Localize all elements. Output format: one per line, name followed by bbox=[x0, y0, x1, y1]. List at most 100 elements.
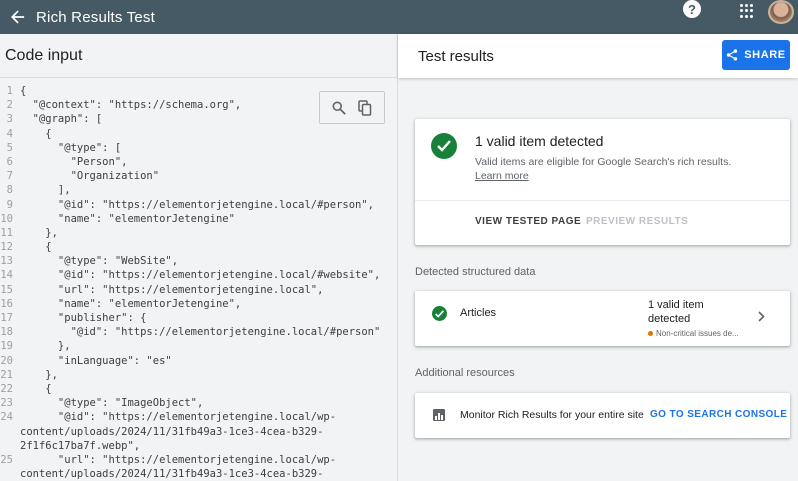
code-text: content/uploads/2024/11/31fb49a3-1ce3-4c… bbox=[20, 425, 324, 438]
view-tested-page-button[interactable]: VIEW TESTED PAGE bbox=[475, 216, 581, 227]
articles-warning: Non-critical issues de... bbox=[648, 329, 739, 338]
summary-subtext: Valid items are eligible for Google Sear… bbox=[475, 156, 732, 168]
code-line: 9 "@id": "https://elementorjetengine.loc… bbox=[0, 198, 397, 212]
code-line: 18 "@id": "https://elementorjetengine.lo… bbox=[0, 325, 397, 339]
top-app-bar: Rich Results Test ? bbox=[0, 0, 798, 34]
code-line: content/uploads/2024/11/31fb49a3-1ce3-4c… bbox=[0, 425, 397, 439]
bar-chart-icon bbox=[433, 409, 445, 421]
code-line: 16 "name": "elementorJetengine", bbox=[0, 297, 397, 311]
valid-check-icon bbox=[431, 133, 457, 159]
line-number: 23 bbox=[0, 397, 13, 410]
line-number: 4 bbox=[6, 127, 13, 140]
code-input-title: Code input bbox=[0, 34, 397, 78]
code-line: 15 "url": "https://elementorjetengine.lo… bbox=[0, 283, 397, 297]
code-line: 10 "name": "elementorJetengine" bbox=[0, 212, 397, 226]
code-tools bbox=[319, 91, 385, 124]
code-line: 17 "publisher": { bbox=[0, 311, 397, 325]
code-line: 7 "Organization" bbox=[0, 169, 397, 183]
articles-status: 1 valid item detected bbox=[648, 299, 704, 325]
code-editor[interactable]: 1 {2 "@context": "https://schema.org", 3 "… bbox=[0, 84, 397, 481]
code-text: { bbox=[20, 241, 52, 254]
code-text: "url": "https://elementorjetengine.local… bbox=[20, 453, 337, 466]
articles-warning-text: Non-critical issues de... bbox=[656, 329, 739, 338]
additional-resources-label: Additional resources bbox=[415, 367, 515, 379]
code-text: "name": "elementorJetengine", bbox=[20, 297, 242, 310]
monitor-text: Monitor Rich Results for your entire sit… bbox=[460, 409, 644, 421]
summary-headline: 1 valid item detected bbox=[475, 133, 604, 149]
code-text: }, bbox=[20, 226, 58, 239]
back-arrow-icon[interactable] bbox=[4, 6, 32, 28]
line-number: 12 bbox=[0, 241, 13, 254]
code-text: { bbox=[20, 127, 52, 140]
code-line: 19 }, bbox=[0, 339, 397, 353]
code-line: 20 "inLanguage": "es" bbox=[0, 354, 397, 368]
line-number: 18 bbox=[0, 326, 13, 339]
summary-card: 1 valid item detected Valid items are el… bbox=[415, 119, 790, 245]
line-number: 22 bbox=[0, 382, 13, 395]
code-line: 4 { bbox=[0, 127, 397, 141]
line-number: 24 bbox=[0, 411, 13, 424]
code-line: 14 "@id": "https://elementorjetengine.lo… bbox=[0, 268, 397, 282]
code-text: "Person", bbox=[20, 155, 128, 168]
line-number: 20 bbox=[0, 354, 13, 367]
line-number: 19 bbox=[0, 340, 13, 353]
line-number: 8 bbox=[6, 184, 13, 197]
help-icon[interactable]: ? bbox=[683, 0, 701, 18]
code-text: "Organization" bbox=[20, 170, 160, 183]
preview-results-button[interactable]: PREVIEW RESULTS bbox=[586, 216, 688, 227]
results-title: Test results bbox=[418, 47, 494, 65]
articles-row[interactable]: Articles 1 valid item detected Non-criti… bbox=[415, 291, 790, 346]
line-number: 10 bbox=[0, 212, 13, 225]
code-line: 5 "@type": [ bbox=[0, 141, 397, 155]
code-text: "@graph": [ bbox=[20, 113, 103, 126]
copy-icon[interactable] bbox=[354, 97, 376, 119]
line-number: 11 bbox=[0, 226, 13, 239]
code-text: 2f1f6c17ba7f.webp", bbox=[20, 439, 141, 452]
line-number: 17 bbox=[0, 312, 13, 324]
line-number: 14 bbox=[0, 269, 13, 282]
articles-label: Articles bbox=[460, 307, 497, 319]
line-number bbox=[0, 425, 20, 439]
code-text: ], bbox=[20, 184, 71, 197]
code-text: "@id": "https://elementorjetengine.local… bbox=[20, 326, 381, 339]
line-number bbox=[0, 439, 20, 453]
chevron-right-icon bbox=[758, 309, 765, 327]
share-button[interactable]: SHARE bbox=[722, 40, 790, 70]
avatar[interactable] bbox=[768, 0, 794, 24]
code-line: 13 "@type": "WebSite", bbox=[0, 254, 397, 268]
monitor-card: Monitor Rich Results for your entire sit… bbox=[415, 393, 790, 438]
line-number: 16 bbox=[0, 297, 13, 310]
code-text: "@id": "https://elementorjetengine.local… bbox=[20, 411, 337, 424]
apps-grid-icon[interactable] bbox=[740, 4, 754, 18]
line-number: 13 bbox=[0, 255, 13, 268]
test-results-panel: Test results SHARE 1 valid item detected… bbox=[397, 34, 798, 481]
warning-dot-icon bbox=[648, 331, 653, 336]
app-title: Rich Results Test bbox=[36, 8, 155, 26]
code-text: "publisher": { bbox=[20, 312, 147, 324]
code-line: content/uploads/2024/11/31fb49a3-1ce3-4c… bbox=[0, 467, 397, 481]
go-to-search-console-link[interactable]: GO TO SEARCH CONSOLE bbox=[650, 409, 787, 420]
divider bbox=[415, 200, 790, 201]
code-line: 8 ], bbox=[0, 183, 397, 197]
code-text: "inLanguage": "es" bbox=[20, 354, 172, 367]
code-line: 12 { bbox=[0, 240, 397, 254]
line-number: 25 bbox=[0, 453, 13, 466]
code-text: "@id": "https://elementorjetengine.local… bbox=[20, 269, 381, 282]
code-line: 22 { bbox=[0, 382, 397, 396]
code-text: "@type": [ bbox=[20, 141, 122, 154]
line-number: 3 bbox=[6, 113, 13, 126]
detected-data-label: Detected structured data bbox=[415, 266, 536, 278]
learn-more-link[interactable]: Learn more bbox=[475, 170, 529, 182]
code-line: 25 "url": "https://elementorjetengine.lo… bbox=[0, 453, 397, 467]
code-line: 6 "Person", bbox=[0, 155, 397, 169]
code-text: content/uploads/2024/11/31fb49a3-1ce3-4c… bbox=[20, 468, 324, 481]
code-text: "url": "https://elementorjetengine.local… bbox=[20, 283, 324, 296]
results-header: Test results SHARE bbox=[398, 34, 798, 78]
code-text: "@type": "WebSite", bbox=[20, 255, 179, 268]
search-icon[interactable] bbox=[328, 97, 350, 119]
code-line: 23 "@type": "ImageObject", bbox=[0, 396, 397, 410]
line-number: 5 bbox=[6, 141, 13, 154]
code-text: }, bbox=[20, 340, 71, 353]
line-number: 9 bbox=[6, 198, 13, 211]
code-line: 21 }, bbox=[0, 368, 397, 382]
